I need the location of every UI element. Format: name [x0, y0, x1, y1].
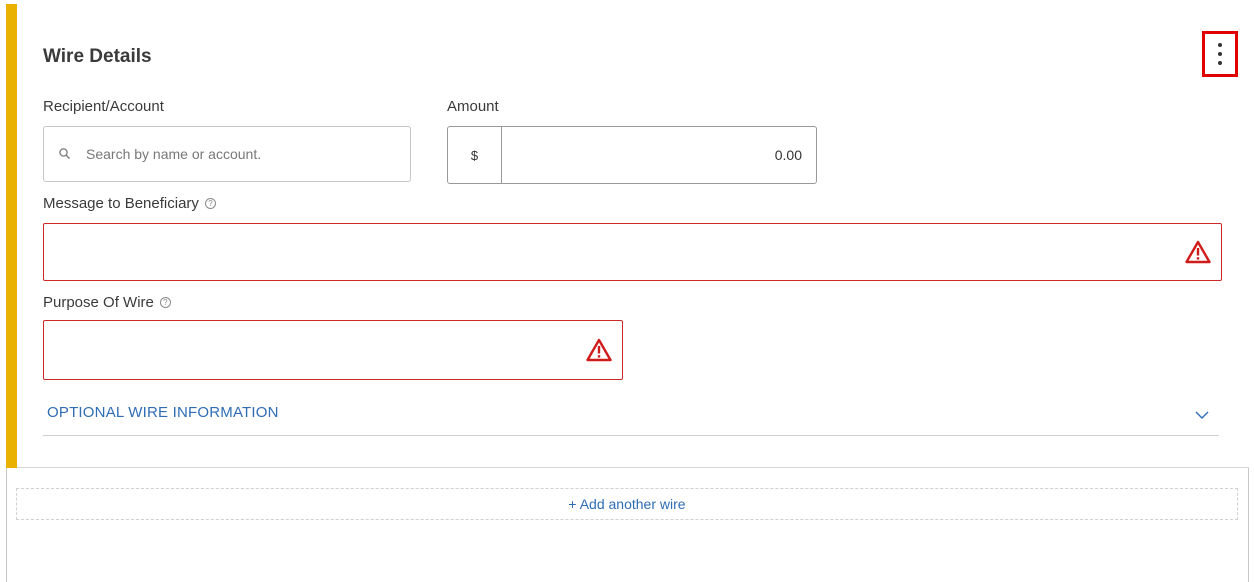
optional-wire-info-label: OPTIONAL WIRE INFORMATION — [47, 404, 279, 421]
card-title: Wire Details — [43, 46, 152, 67]
question-circle-icon[interactable]: ? — [204, 198, 216, 209]
wire-details-card: Wire Details Recipient/Account Amount $ … — [6, 4, 1249, 468]
more-options-button[interactable] — [1202, 31, 1238, 77]
amount-label: Amount — [447, 98, 499, 115]
message-input[interactable] — [44, 224, 1185, 280]
purpose-label: Purpose Of Wire ? — [43, 294, 171, 311]
vertical-dots-icon-dot — [1218, 61, 1222, 65]
message-field[interactable] — [43, 223, 1222, 281]
amount-label-text: Amount — [447, 98, 499, 115]
chevron-down-icon — [1195, 411, 1209, 419]
recipient-label-text: Recipient/Account — [43, 98, 164, 115]
recipient-search-field[interactable] — [43, 126, 411, 182]
warning-triangle-icon — [586, 338, 612, 362]
search-icon — [59, 148, 70, 159]
optional-wire-info-toggle[interactable]: OPTIONAL WIRE INFORMATION — [43, 400, 1219, 436]
question-circle-icon[interactable]: ? — [159, 297, 171, 308]
purpose-field[interactable] — [43, 320, 623, 380]
amount-field[interactable]: $ — [447, 126, 817, 184]
warning-triangle-icon — [1185, 240, 1211, 264]
currency-prefix: $ — [448, 127, 502, 183]
recipient-label: Recipient/Account — [43, 98, 164, 115]
purpose-label-text: Purpose Of Wire — [43, 294, 154, 311]
recipient-search-input[interactable] — [86, 146, 386, 162]
vertical-dots-icon — [1218, 43, 1222, 47]
amount-input[interactable] — [502, 127, 816, 183]
vertical-dots-icon-dot — [1218, 52, 1222, 56]
add-another-wire-button[interactable]: + Add another wire — [16, 488, 1238, 520]
message-label-text: Message to Beneficiary — [43, 195, 199, 212]
card-accent-bar — [6, 4, 17, 468]
purpose-input[interactable] — [44, 321, 586, 379]
message-label: Message to Beneficiary ? — [43, 195, 216, 212]
